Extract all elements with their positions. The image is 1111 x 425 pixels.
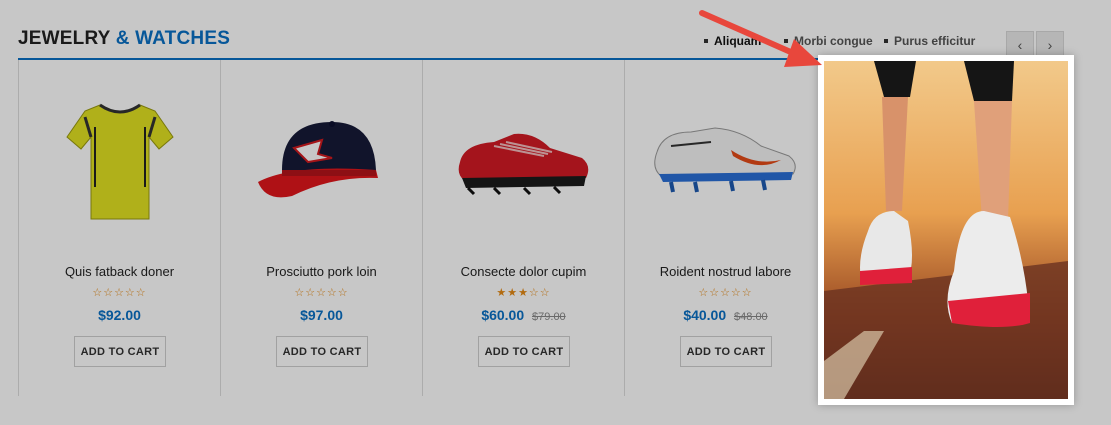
rating-stars: ☆☆☆☆☆: [698, 287, 753, 299]
section-title-blue: & WATCHES: [115, 28, 231, 49]
add-to-cart-button[interactable]: ADD TO CART: [276, 336, 368, 367]
price-block: $40.00 $48.00: [625, 307, 826, 323]
product-name[interactable]: Consecte dolor cupim: [423, 264, 624, 279]
section-title-dark: JEWELRY: [18, 28, 111, 49]
promo-banner[interactable]: [818, 55, 1074, 405]
rating-stars: ☆☆☆☆☆: [294, 287, 349, 299]
product-card: Consecte dolor cupim ★★★☆☆ $60.00 $79.00…: [423, 60, 625, 396]
product-grid: Quis fatback doner ☆☆☆☆☆ $92.00 ADD TO C…: [18, 60, 827, 396]
cap-icon: [258, 121, 378, 198]
bullet-icon: [884, 39, 888, 43]
product-price: $92.00: [98, 307, 141, 323]
add-to-cart-button[interactable]: ADD TO CART: [478, 336, 570, 367]
cleat-icon: [654, 127, 796, 193]
sneaker-icon: [458, 133, 589, 196]
price-block: $97.00: [221, 307, 422, 323]
product-image-white-cleat[interactable]: [647, 82, 805, 242]
pointer-arrow-icon: [699, 10, 822, 67]
rating-stars: ☆☆☆☆☆: [92, 287, 147, 299]
runner-banner-image: [824, 61, 1068, 399]
product-card: Quis fatback doner ☆☆☆☆☆ $92.00 ADD TO C…: [19, 60, 221, 396]
product-card: Prosciutto pork loin ☆☆☆☆☆ $97.00 ADD TO…: [221, 60, 423, 396]
rating-stars: ★★★☆☆: [496, 287, 551, 299]
tab-label: Purus efficitur: [894, 34, 976, 48]
product-image-cap[interactable]: [243, 82, 401, 242]
section-title: JEWELRY & WATCHES: [18, 28, 230, 50]
product-image-shirt[interactable]: [41, 82, 199, 242]
add-to-cart-button[interactable]: ADD TO CART: [680, 336, 772, 367]
product-name[interactable]: Quis fatback doner: [19, 264, 220, 279]
add-to-cart-button[interactable]: ADD TO CART: [74, 336, 166, 367]
price-block: $92.00: [19, 307, 220, 323]
shirt-icon: [66, 103, 174, 220]
chevron-right-icon: ›: [1047, 37, 1053, 53]
price-block: $60.00 $79.00: [423, 307, 624, 323]
product-old-price: $79.00: [532, 311, 566, 323]
product-section: JEWELRY & WATCHES Aliquam Morbi congue P…: [0, 0, 1111, 425]
product-price: $97.00: [300, 307, 343, 323]
product-card: Roident nostrud labore ☆☆☆☆☆ $40.00 $48.…: [625, 60, 827, 396]
product-price: $60.00: [481, 307, 525, 323]
tab-purus-efficitur[interactable]: Purus efficitur: [884, 34, 994, 48]
product-price: $40.00: [683, 307, 727, 323]
product-image-red-shoe[interactable]: [445, 82, 603, 242]
product-name[interactable]: Prosciutto pork loin: [221, 264, 422, 279]
product-old-price: $48.00: [734, 311, 768, 323]
product-name[interactable]: Roident nostrud labore: [625, 264, 826, 279]
chevron-left-icon: ‹: [1017, 37, 1023, 53]
